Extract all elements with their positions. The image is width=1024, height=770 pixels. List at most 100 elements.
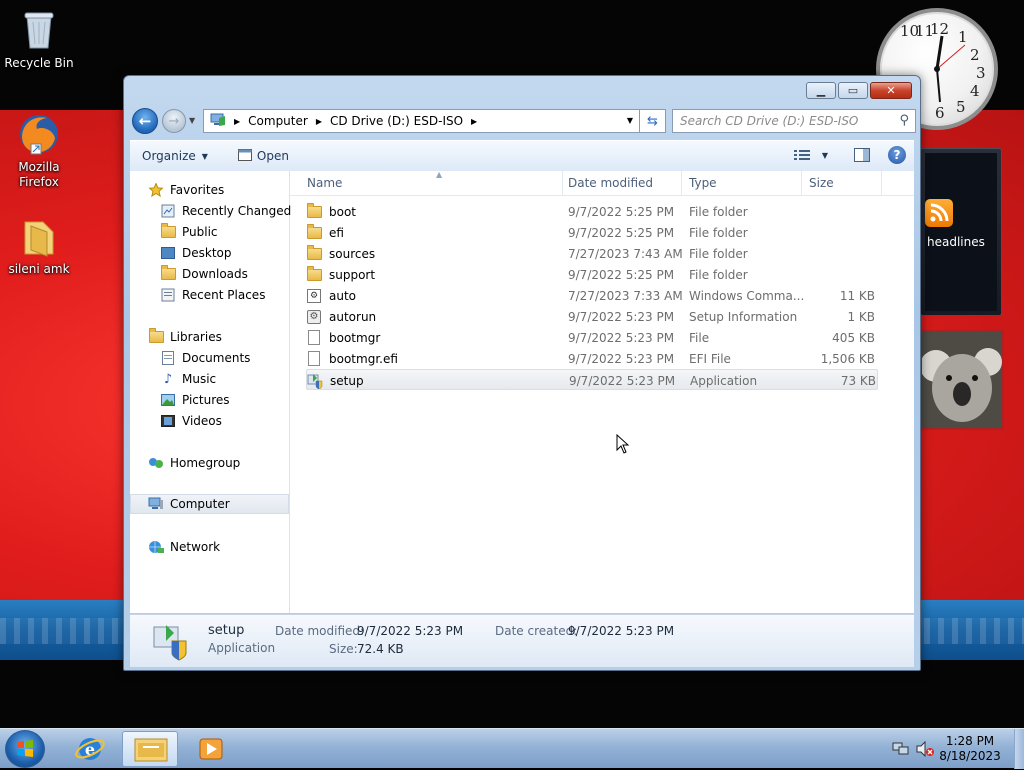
- star-icon: [148, 182, 164, 198]
- breadcrumb-separator[interactable]: ▶: [316, 117, 322, 126]
- details-file-name: setup: [208, 623, 245, 638]
- file-size: 11 KB: [839, 288, 875, 303]
- start-button[interactable]: [5, 730, 45, 768]
- address-bar[interactable]: ▶ Computer ▶ CD Drive (D:) ESD-ISO ▶ ▼: [203, 109, 640, 133]
- breadcrumb-separator[interactable]: ▶: [471, 117, 477, 126]
- nav-network[interactable]: Network: [148, 537, 220, 557]
- downloads-folder-icon: [160, 265, 176, 282]
- address-history-dropdown[interactable]: ▼: [627, 116, 633, 125]
- organize-button[interactable]: Organize ▼: [142, 149, 208, 163]
- view-controls: ▼ ?: [793, 146, 906, 164]
- nav-libraries[interactable]: Libraries: [148, 327, 222, 347]
- column-header-name[interactable]: Name ▲: [300, 170, 563, 195]
- file-row-autorun[interactable]: ⚙ autorun 9/7/2022 5:23 PM Setup Informatio…: [306, 306, 878, 327]
- breadcrumb-cd-drive[interactable]: CD Drive (D:) ESD-ISO: [330, 114, 463, 128]
- breadcrumb-separator[interactable]: ▶: [234, 117, 240, 126]
- nav-pictures[interactable]: Pictures: [160, 390, 230, 410]
- change-view-button[interactable]: ▼: [793, 149, 828, 161]
- recent-pages-dropdown[interactable]: ▼: [189, 116, 195, 125]
- system-clock[interactable]: 1:28 PM 8/18/2023: [920, 734, 1020, 764]
- nav-label: Recently Changed: [182, 204, 292, 218]
- forward-arrow-icon: →: [168, 113, 180, 129]
- explorer-window[interactable]: ▁ ▭ ✕ ← → ▼ ▶ Computer ▶ CD Drive (D:) E…: [123, 75, 921, 671]
- desktop-icon-label: Mozilla Firefox: [18, 160, 60, 189]
- nav-label: Pictures: [182, 393, 230, 407]
- file-name-cell: sources: [306, 243, 546, 264]
- desktop-folder-icon: [160, 245, 176, 261]
- file-row-support[interactable]: support 9/7/2022 5:25 PM File folder: [306, 264, 878, 285]
- setup-app-icon: [307, 373, 323, 389]
- close-button[interactable]: ✕: [870, 82, 912, 99]
- show-desktop-button[interactable]: [1014, 729, 1024, 769]
- file-date-modified: 7/27/2023 7:43 AM: [568, 246, 683, 261]
- column-label: Date modified: [568, 176, 654, 190]
- column-headers: Name ▲ Date modified Type Size: [290, 170, 914, 196]
- nav-computer[interactable]: Computer: [130, 494, 289, 514]
- help-button[interactable]: ?: [888, 146, 906, 164]
- nav-favorites[interactable]: Favorites: [148, 180, 224, 200]
- desktop-icon-label: sileni amk: [8, 262, 70, 276]
- desktop-icon-sileni-amk[interactable]: sileni amk: [1, 214, 77, 277]
- file-row-auto[interactable]: ⚙ auto 7/27/2023 7:33 AM Windows Comma... 11…: [306, 285, 878, 306]
- nav-label: Videos: [182, 414, 222, 428]
- file-row-bootmgr[interactable]: bootmgr 9/7/2022 5:23 PM File 405 KB: [306, 327, 878, 348]
- open-button[interactable]: Open: [237, 148, 289, 164]
- back-button[interactable]: ←: [132, 108, 158, 134]
- nav-homegroup[interactable]: Homegroup: [148, 453, 240, 473]
- file-icon: [306, 351, 322, 367]
- nav-recent-places[interactable]: Recent Places: [160, 285, 265, 305]
- preview-pane-button[interactable]: [854, 148, 870, 162]
- feed-gadget-body: [925, 153, 997, 311]
- details-pane: setup Application Date modified: 9/7/202…: [130, 614, 914, 667]
- file-size: 73 KB: [840, 373, 876, 388]
- forward-button[interactable]: →: [162, 109, 186, 133]
- nav-downloads[interactable]: Downloads: [160, 264, 248, 284]
- file-row-sources[interactable]: sources 7/27/2023 7:43 AM File folder: [306, 243, 878, 264]
- nav-documents[interactable]: Documents: [160, 348, 250, 368]
- internet-explorer-icon: e: [75, 738, 105, 760]
- search-box[interactable]: Search CD Drive (D:) ESD-ISO ⚲: [672, 109, 916, 133]
- folder-icon: [306, 223, 322, 241]
- file-size: [809, 201, 875, 222]
- minimize-icon: ▁: [816, 84, 826, 97]
- desktop-icon-firefox[interactable]: Mozilla Firefox: [1, 112, 77, 190]
- pictures-icon: [160, 392, 176, 408]
- file-row-setup[interactable]: setup 9/7/2022 5:23 PM Application 73 KB: [306, 369, 878, 390]
- nav-recently-changed[interactable]: Recently Changed: [160, 201, 291, 221]
- taskbar-internet-explorer[interactable]: e: [62, 731, 118, 767]
- nav-desktop[interactable]: Desktop: [160, 243, 232, 263]
- maximize-button[interactable]: ▭: [838, 82, 868, 99]
- clock-date: 8/18/2023: [939, 749, 1001, 763]
- refresh-button[interactable]: ⇆: [640, 109, 666, 133]
- file-name-cell: boot: [306, 201, 546, 222]
- file-size: 1,506 KB: [820, 351, 875, 366]
- details-date-modified-label: Date modified:: [275, 624, 365, 638]
- file-type: File folder: [689, 204, 748, 219]
- search-icon[interactable]: ⚲: [899, 113, 909, 128]
- setup-info-icon: ⚙: [306, 309, 322, 325]
- minimize-button[interactable]: ▁: [806, 82, 836, 99]
- nav-label: Computer: [170, 497, 230, 511]
- nav-music[interactable]: ♪ Music: [160, 369, 216, 389]
- file-name-cell: ⚙ autorun: [306, 306, 546, 327]
- slideshow-gadget[interactable]: [920, 330, 1004, 430]
- file-name: bootmgr: [329, 330, 381, 345]
- breadcrumb-computer[interactable]: Computer: [248, 114, 308, 128]
- file-row-boot[interactable]: boot 9/7/2022 5:25 PM File folder: [306, 201, 878, 222]
- file-row-bootmgr-efi[interactable]: bootmgr.efi 9/7/2022 5:23 PM EFI File 1,506…: [306, 348, 878, 369]
- column-header-size[interactable]: Size: [802, 171, 882, 195]
- column-header-date-modified[interactable]: Date modified: [561, 171, 682, 195]
- taskbar-windows-explorer[interactable]: [122, 731, 178, 767]
- file-row-efi[interactable]: efi 9/7/2022 5:25 PM File folder: [306, 222, 878, 243]
- mouse-pointer-icon: [616, 434, 630, 454]
- documents-icon: [160, 350, 176, 366]
- feed-headlines-gadget[interactable]: headlines: [920, 148, 1002, 316]
- column-header-type[interactable]: Type: [682, 171, 802, 195]
- nav-public[interactable]: Public: [160, 222, 218, 242]
- command-file-icon: ⚙: [306, 288, 322, 304]
- nav-videos[interactable]: Videos: [160, 411, 222, 431]
- taskbar-media-player[interactable]: [182, 731, 238, 767]
- nav-label: Recent Places: [182, 288, 266, 302]
- network-status-icon[interactable]: [892, 741, 910, 757]
- desktop-icon-recycle-bin[interactable]: Recycle Bin: [1, 8, 77, 71]
